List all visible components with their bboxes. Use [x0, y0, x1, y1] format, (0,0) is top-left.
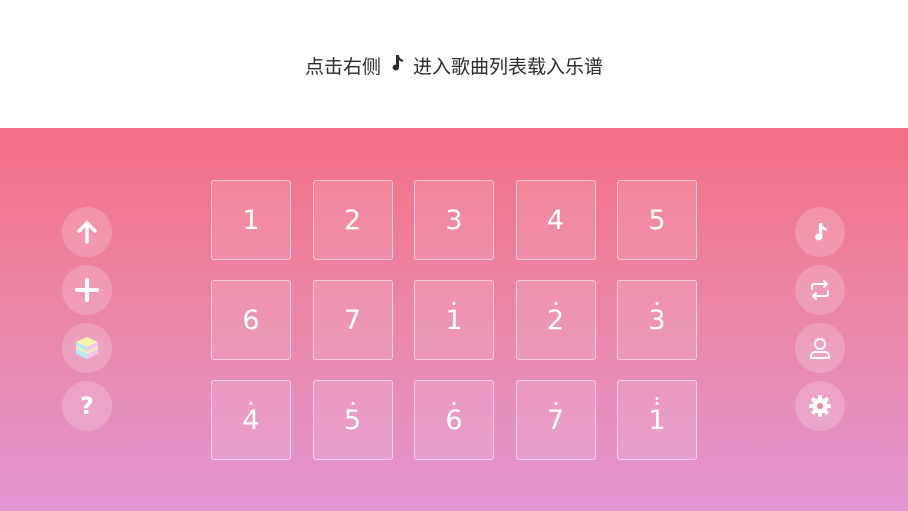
hint-music-note-icon: [389, 54, 405, 77]
note-key-label: 3: [648, 301, 666, 334]
note-key[interactable]: 3: [617, 280, 697, 360]
note-key[interactable]: 4: [211, 380, 291, 460]
note-key-label: 4: [546, 204, 565, 236]
octave-dot: [351, 401, 354, 405]
help-button[interactable]: ?: [62, 381, 112, 431]
help-icon: ?: [80, 392, 94, 420]
octave-dot: [452, 401, 456, 405]
hint-text: 点击右侧 进入歌曲列表载入乐谱: [305, 52, 603, 79]
note-key[interactable]: 5: [312, 380, 393, 460]
plus-icon: [75, 278, 99, 302]
note-key[interactable]: 7: [515, 380, 596, 460]
user-icon: [808, 336, 832, 360]
color-cube-icon: [74, 335, 100, 361]
octave-dot: [249, 401, 253, 405]
note-key[interactable]: 1: [414, 280, 494, 360]
octave-dot: [655, 396, 659, 400]
note-key-label: 4: [242, 401, 260, 434]
note-key-label: 3: [445, 204, 463, 236]
profile-button[interactable]: [795, 323, 845, 373]
octave-dot: [554, 301, 557, 305]
note-key-label: 6: [242, 304, 260, 336]
note-key[interactable]: 2: [312, 180, 393, 260]
note-key-label: 2: [547, 301, 564, 334]
note-key[interactable]: 7: [312, 280, 393, 360]
note-key[interactable]: 1: [211, 180, 291, 260]
music-note-icon: [811, 221, 829, 243]
settings-button[interactable]: [795, 381, 845, 431]
note-key-label: 7: [343, 304, 362, 336]
keyboard-panel: ? 1 2 3 4 5 6 7 1 2 3 4 5 6 7 1: [0, 128, 908, 511]
note-key[interactable]: 5: [617, 180, 697, 260]
scroll-up-button[interactable]: [62, 207, 112, 257]
hint-text-after: 进入歌曲列表载入乐谱: [413, 55, 604, 78]
top-banner: 点击右侧 进入歌曲列表载入乐谱: [0, 0, 908, 128]
song-list-button[interactable]: [795, 207, 845, 257]
note-key-label: 6: [445, 401, 463, 434]
note-key[interactable]: 3: [414, 180, 494, 260]
repeat-icon: [808, 278, 832, 302]
note-key-label: 2: [343, 204, 362, 236]
note-key-label: 1: [445, 301, 463, 334]
hint-text-before: 点击右侧: [304, 55, 381, 78]
octave-dot: [655, 301, 659, 305]
note-key-label: 1: [648, 396, 666, 434]
note-key-label: 7: [547, 401, 564, 434]
note-key[interactable]: 6: [211, 280, 291, 360]
add-button[interactable]: [62, 265, 112, 315]
octave-dot: [452, 301, 456, 305]
note-key[interactable]: 6: [414, 380, 494, 460]
octave-dot: [554, 401, 557, 405]
note-key[interactable]: 2: [515, 280, 596, 360]
gear-icon: [808, 394, 832, 418]
theme-button[interactable]: [62, 323, 112, 373]
note-key-label: 5: [648, 204, 666, 236]
note-key-label: 5: [344, 401, 361, 434]
octave-dot: [655, 401, 659, 405]
repeat-button[interactable]: [795, 265, 845, 315]
note-key[interactable]: 4: [515, 180, 596, 260]
note-key[interactable]: 1: [617, 380, 697, 460]
note-key-label: 1: [242, 204, 260, 236]
up-arrow-icon: [75, 220, 99, 244]
